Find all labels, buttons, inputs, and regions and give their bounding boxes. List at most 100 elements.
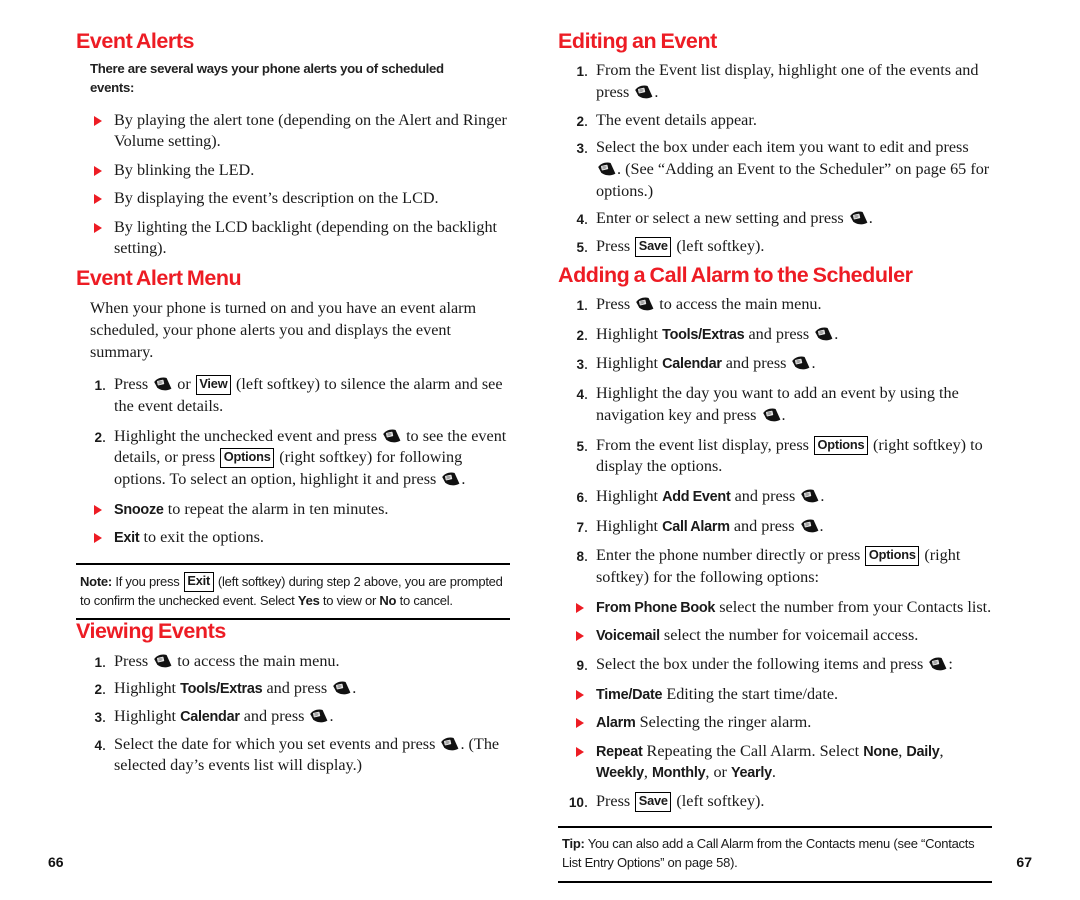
step-text: From the Event list display, highlight o… [596, 61, 979, 101]
phone-ok-key-icon [597, 162, 616, 176]
numbered-step: 3. Highlight Calendar and press . [76, 706, 510, 728]
step-text: Select the box under each item you want … [596, 138, 990, 200]
numbered-step: 4. Enter or select a new setting and pres… [558, 208, 992, 230]
softkey-save[interactable]: Save [635, 791, 672, 812]
step-number: 8. [576, 548, 588, 566]
adding-call-alarm-step-10: 10. Press Save (left softkey). [558, 791, 992, 813]
softkey-exit[interactable]: Exit [183, 571, 214, 592]
event-alert-menu-option-list: Snooze to repeat the alarm in ten minute… [76, 499, 510, 549]
softkey-save[interactable]: Save [635, 237, 672, 257]
step-number: 2. [576, 326, 588, 344]
step-text: Highlight Calendar and press . [114, 707, 334, 726]
call-alarm-number-options: From Phone Book select the number from y… [558, 597, 992, 647]
step-text: From the event list display, press Optio… [596, 435, 983, 476]
event-alert-menu-paragraph: When your phone is turned on and you hav… [90, 299, 477, 362]
numbered-step: 9. Select the box under the following ite… [558, 654, 992, 676]
softkey-view[interactable]: View [195, 375, 231, 396]
bullet-item: By blinking the LED. [76, 160, 510, 182]
phone-ok-key-icon [382, 429, 401, 443]
numbered-step: 1. Press or View (left softkey) to silenc… [76, 374, 510, 417]
step-number: 5. [576, 239, 588, 257]
step-text: Enter the phone number directly or press… [596, 546, 961, 587]
triangle-bullet-icon [94, 504, 102, 515]
numbered-step: 1. Press to access the main menu. [558, 294, 992, 316]
phone-ok-key-icon [800, 519, 819, 533]
step-text: Highlight Tools/Extras and press . [114, 679, 357, 698]
menu-item-yearly: Yearly [730, 765, 772, 782]
triangle-bullet-icon [94, 222, 102, 233]
menu-item-weekly: Weekly [596, 765, 644, 782]
adding-call-alarm-step-9: 9. Select the box under the following ite… [558, 654, 992, 676]
right-page-content: Editing an Event 1. From the Event list d… [558, 29, 992, 883]
numbered-step: 3. Select the box under each item you wan… [558, 137, 992, 202]
numbered-step: 10. Press Save (left softkey). [558, 791, 992, 813]
phone-ok-key-icon [440, 737, 459, 751]
phone-ok-key-icon [441, 472, 460, 486]
phone-ok-key-icon [332, 681, 351, 695]
event-alerts-bullet-list: By playing the alert tone (depending on … [76, 110, 510, 260]
phone-ok-key-icon [849, 211, 868, 225]
note-box: Note: If you press Exit (left softkey) d… [76, 562, 510, 621]
step-number: 1. [576, 297, 588, 315]
step-text: Press to access the main menu. [596, 295, 822, 314]
menu-item-exit: Exit [114, 530, 140, 547]
tip-box: Tip: You can also add a Call Alarm from … [558, 826, 992, 883]
menu-item-calendar: Calendar [180, 709, 240, 726]
event-alert-menu-steps: 1. Press or View (left softkey) to silenc… [76, 374, 510, 491]
menu-item-tools-extras: Tools/Extras [662, 326, 745, 343]
step-number: 2. [94, 428, 106, 446]
step-number: 3. [576, 356, 588, 374]
note-label: Note: [80, 573, 112, 589]
menu-item-none: None [863, 743, 899, 760]
phone-ok-key-icon [309, 709, 328, 723]
step-text: Highlight Call Alarm and press . [596, 516, 824, 535]
step-number: 6. [576, 488, 588, 506]
triangle-bullet-icon [94, 194, 102, 205]
menu-item-add-event: Add Event [662, 488, 731, 505]
softkey-options[interactable]: Options [814, 435, 868, 456]
left-page-content: Event Alerts There are several ways your… [76, 29, 510, 783]
triangle-bullet-icon [94, 115, 102, 126]
step-number: 2. [576, 112, 588, 130]
page-title-viewing-events: Viewing Events [76, 619, 226, 644]
step-number: 4. [94, 736, 106, 754]
numbered-step: 7. Highlight Call Alarm and press . [558, 516, 992, 538]
phone-ok-key-icon [800, 489, 819, 503]
page-number-right: 67 [1016, 854, 1032, 870]
phone-ok-key-icon [928, 657, 947, 671]
step-number: 4. [576, 386, 588, 404]
phone-ok-key-icon [791, 356, 810, 370]
phone-ok-key-icon [814, 327, 833, 341]
bullet-item: Snooze to repeat the alarm in ten minute… [76, 499, 510, 521]
numbered-step: 6. Highlight Add Event and press . [558, 486, 992, 508]
softkey-options[interactable]: Options [220, 448, 275, 469]
phone-ok-key-icon [153, 654, 172, 668]
numbered-step: 2. The event details appear. [558, 110, 992, 132]
page-title-editing-an-event: Editing an Event [558, 29, 717, 53]
bullet-text: Repeat Repeating the Call Alarm. Select … [596, 741, 944, 782]
menu-item-alarm: Alarm [596, 715, 636, 732]
right-page: Editing an Event 1. From the Event list d… [540, 0, 1080, 900]
page-title-adding-call-alarm: Adding a Call Alarm to the Scheduler [558, 262, 913, 287]
step-number: 3. [94, 709, 106, 727]
emphasis-text: Yes [297, 592, 320, 608]
menu-item-snooze: Snooze [114, 501, 164, 518]
step-text: Press Save (left softkey). [596, 237, 765, 257]
bullet-item: By lighting the LCD backlight (depending… [76, 217, 510, 260]
numbered-step: 2. Highlight the unchecked event and pres… [76, 426, 510, 491]
softkey-options[interactable]: Options [865, 546, 920, 567]
step-number: 4. [576, 211, 588, 229]
bullet-item: Exit to exit the options. [76, 527, 510, 549]
step-number: 9. [576, 656, 588, 674]
bullet-item: Time/Date Editing the start time/date. [558, 684, 992, 706]
triangle-bullet-icon [94, 165, 102, 176]
bullet-text: Alarm Selecting the ringer alarm. [596, 713, 812, 732]
phone-ok-key-icon [635, 297, 654, 311]
note-text: Note: If you press Exit (left softkey) d… [80, 571, 503, 608]
bullet-text: By displaying the event’s description on… [114, 189, 439, 208]
numbered-step: 1. Press to access the main menu. [76, 651, 510, 673]
numbered-step: 4. Select the date for which you set even… [76, 734, 510, 777]
phone-ok-key-icon [762, 408, 781, 422]
numbered-step: 1. From the Event list display, highlight… [558, 60, 992, 103]
emphasis-text: No [379, 592, 397, 608]
